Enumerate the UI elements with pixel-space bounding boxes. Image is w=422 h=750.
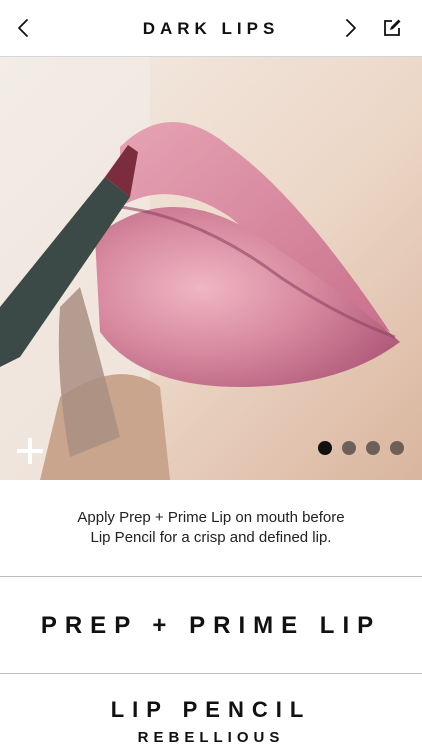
pagination-dots <box>318 441 404 455</box>
add-button[interactable] <box>14 435 46 467</box>
edit-note-icon <box>384 19 401 36</box>
page-dot-2[interactable] <box>342 441 356 455</box>
look-photo[interactable] <box>0 57 422 480</box>
lips-photo <box>0 57 422 480</box>
divider <box>0 576 422 577</box>
product-shade: REBELLIOUS <box>137 729 285 746</box>
top-bar: DARK LIPS <box>0 0 422 57</box>
edit-button[interactable] <box>376 12 408 44</box>
page-dot-3[interactable] <box>366 441 380 455</box>
chevron-right-icon <box>346 19 356 37</box>
divider <box>0 673 422 674</box>
page-dot-4[interactable] <box>390 441 404 455</box>
product-name-prep-prime-lip[interactable]: PREP + PRIME LIP <box>0 612 422 640</box>
plus-icon <box>17 438 43 464</box>
screen: DARK LIPS Apply Prep + Prime Lip on mout… <box>0 0 422 750</box>
step-description: Apply Prep + Prime Lip on mouth before L… <box>0 508 422 548</box>
description-line-2: Lip Pencil for a crisp and defined lip. <box>90 529 332 546</box>
description-line-1: Apply Prep + Prime Lip on mouth before <box>77 509 345 526</box>
page-dot-1[interactable] <box>318 441 332 455</box>
next-button[interactable] <box>334 12 366 44</box>
product-name-lip-pencil[interactable]: LIP PENCIL <box>0 697 422 723</box>
